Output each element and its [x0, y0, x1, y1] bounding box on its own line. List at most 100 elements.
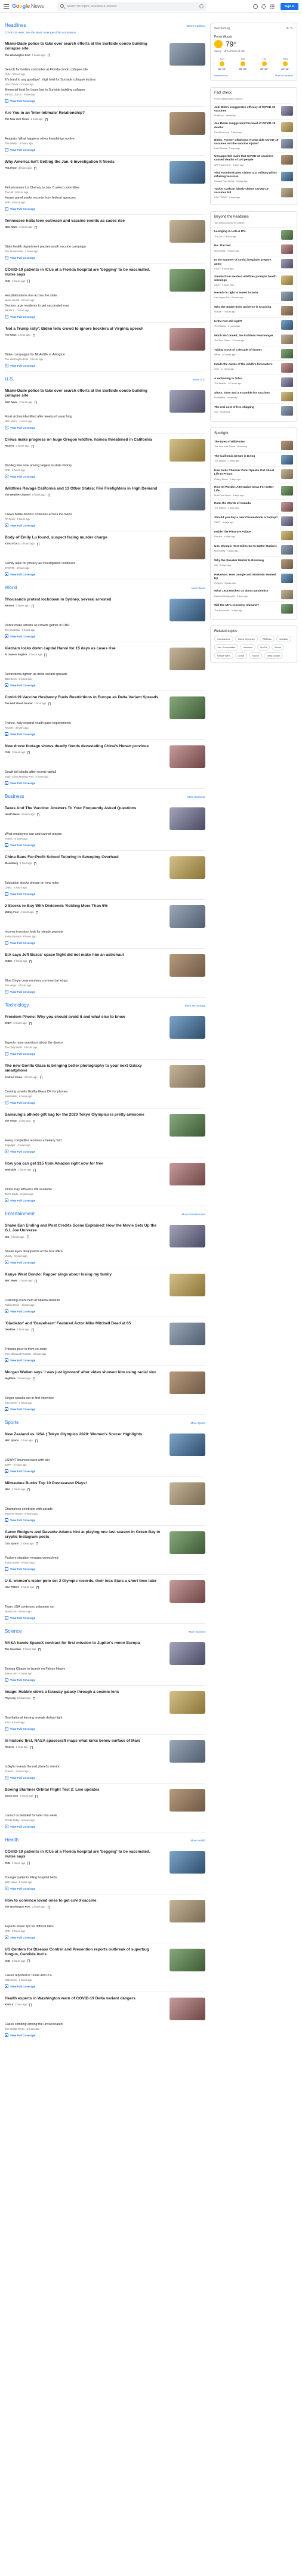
full-coverage-link[interactable]: View Full Coverage — [5, 990, 205, 993]
main-story[interactable]: How you can get $15 from Amazon right no… — [5, 1162, 205, 1185]
section-title[interactable]: Sports — [5, 1420, 19, 1425]
story-source[interactable]: Mashable — [5, 1168, 16, 1171]
story-source[interactable]: KING 5 — [5, 2003, 13, 2006]
bookmark-icon[interactable] — [36, 542, 39, 546]
more-weather-link[interactable]: More on weather — [275, 74, 293, 77]
fact_check-item-title[interactable]: Biden, Former Oklahoma Trump aide COVID-… — [214, 139, 279, 146]
main-story[interactable]: Samsung's athlete gift bag for the 2020 … — [5, 1113, 205, 1137]
bookmark-icon[interactable] — [35, 225, 38, 229]
spotlight-item-title[interactable]: How Hells Charmer Peter Speaks Out About… — [214, 469, 279, 476]
related-story-title[interactable]: Experts share tips for difficult talks — [5, 1925, 205, 1929]
fact_check-item[interactable]: Unsupported claim that COVID-19 vaccines… — [214, 152, 293, 168]
bookmark-icon[interactable] — [33, 166, 36, 170]
story-thumbnail[interactable] — [170, 1900, 205, 1922]
section-title[interactable]: Technology — [5, 1002, 29, 1008]
related-story-title[interactable]: Bootleg Fire now among largest in state … — [5, 464, 205, 468]
story-thumbnail[interactable] — [170, 905, 205, 928]
full-coverage-link[interactable]: View Full Coverage — [5, 1052, 205, 1055]
story-headline[interactable]: EIA says Jeff Bezos' space flight did no… — [5, 953, 161, 958]
forecast-day[interactable]: Tue 86° 64° — [257, 57, 272, 70]
bookmark-icon[interactable] — [36, 1542, 39, 1546]
full-coverage-link[interactable]: View Full Coverage — [5, 941, 205, 945]
beyond-item[interactable]: Is the Fed still right? The Atlantic · 8 … — [214, 317, 293, 332]
main-story[interactable]: Miami-Dade police to take over search ef… — [5, 389, 205, 413]
beyond-item[interactable]: Re: The Fed Bloomberg · 3 hours ago — [214, 242, 293, 256]
story-source[interactable]: The Washington Post — [5, 1905, 30, 1908]
section-title[interactable]: Health — [5, 1837, 19, 1843]
section-more-link[interactable]: More Entertainment — [181, 1213, 205, 1216]
bookmark-icon[interactable] — [33, 1119, 36, 1123]
full-coverage-link[interactable]: View Full Coverage — [5, 1261, 205, 1264]
story-headline[interactable]: Crews make progress on huge Oregon wildf… — [5, 438, 161, 442]
topic-chip[interactable]: Bucks — [272, 644, 285, 651]
beyond-item-title[interactable]: Why the Snake Eyes Universe is Cracking — [214, 306, 279, 309]
related-story-title[interactable]: Packers situation remains unresolved — [5, 1556, 205, 1561]
topic-chip[interactable]: Vaccines — [240, 644, 256, 651]
story-headline[interactable]: Covid-19 Vaccine Hesitancy Fuels Restric… — [5, 695, 161, 700]
spotlight-item-title[interactable]: Rise Of Wordle: Alternative Ideas For Be… — [214, 486, 279, 493]
beyond-item[interactable]: Taking stock of a decade of drones Wired … — [214, 346, 293, 360]
fact_check-item[interactable]: Viral Facebook post claims U.S. military… — [214, 168, 293, 185]
story-source[interactable]: Health News — [5, 813, 20, 816]
story-headline[interactable]: In historic first, NASA spacecraft maps … — [5, 1739, 161, 1744]
story-thumbnail[interactable] — [170, 954, 205, 977]
section-more-link[interactable]: More U.S. — [193, 378, 205, 381]
story-source[interactable]: NBC News — [5, 225, 17, 228]
main-story[interactable]: Health experts in Washington warn of COV… — [5, 1996, 205, 2020]
spotlight-item-thumbnail[interactable] — [281, 469, 293, 479]
main-story[interactable]: Taxes And The Vaccine: Answers To Your F… — [5, 806, 205, 830]
story-headline[interactable]: Miami-Dade police to take over search ef… — [5, 389, 161, 399]
story-headline[interactable]: Wildfires Ravage California and 13 Other… — [5, 487, 161, 491]
spotlight-item-thumbnail[interactable] — [281, 604, 293, 614]
topic-chip[interactable]: Tokyo Olympics — [235, 636, 258, 643]
main-story[interactable]: U.S. women's water polo set 2 Olympic re… — [5, 1579, 205, 1603]
full-coverage-link[interactable]: View Full Coverage — [5, 1984, 205, 1988]
story-source[interactable]: CNBC — [5, 959, 12, 962]
beyond-item-thumbnail[interactable] — [281, 320, 293, 330]
full-coverage-link[interactable]: View Full Coverage — [5, 1776, 205, 1779]
story-source[interactable]: CBS Sports — [5, 1542, 19, 1545]
spotlight-item-thumbnail[interactable] — [281, 485, 293, 496]
beyond-item-title[interactable]: Nevada is right to invest in solar — [214, 292, 279, 295]
spotlight-item[interactable]: The Eyes of Bill Porter The New York Time… — [214, 438, 293, 452]
bookmark-icon[interactable] — [35, 1439, 38, 1442]
spotlight-item-title[interactable]: Inside The Pleasure Palace — [214, 531, 279, 534]
story-headline[interactable]: Image: Hubble views a faraway galaxy thr… — [5, 1690, 161, 1695]
topic-chip[interactable]: Wildfires — [259, 636, 275, 643]
story-source[interactable]: Reuters — [5, 604, 14, 607]
related-story-title[interactable]: Experts raise questions about the device — [5, 1041, 205, 1045]
weather-units-toggle[interactable]: °F °C — [286, 27, 293, 30]
related-story-title[interactable]: Analysis: What happens when friendships … — [5, 137, 205, 141]
full-coverage-link[interactable]: View Full Coverage — [5, 892, 205, 896]
related-story-title[interactable]: Singer speaks out in first interview — [5, 1397, 205, 1401]
bookmark-icon[interactable] — [39, 1076, 42, 1079]
full-coverage-link[interactable]: View Full Coverage — [5, 364, 205, 367]
spotlight-item-title[interactable]: The California Dream is Dying — [214, 455, 279, 459]
beyond-item-thumbnail[interactable] — [281, 259, 293, 269]
main-story[interactable]: How to convince loved ones to get covid … — [5, 1899, 205, 1922]
bookmark-icon[interactable] — [34, 862, 37, 865]
search-input[interactable] — [67, 3, 192, 10]
story-source[interactable]: The Wall Street Journal — [5, 702, 32, 705]
main-story[interactable]: Shake Ean Ending and Post Credits Scene … — [5, 1224, 205, 1247]
bookmark-icon[interactable] — [29, 959, 32, 963]
related-story-title[interactable]: Restrictions tighten as delta variant sp… — [5, 673, 205, 677]
story-thumbnail[interactable] — [170, 1433, 205, 1456]
fact_check-item-title[interactable]: Joe Biden exaggerated the level of COVID… — [214, 122, 279, 129]
related-story-title[interactable]: Police make arrests as crowds gather in … — [5, 624, 205, 628]
bookmark-icon[interactable] — [47, 54, 50, 57]
related-story-title[interactable]: Search for bodies concludes at Florida c… — [5, 68, 205, 72]
topic-chip[interactable]: China — [235, 652, 247, 660]
full-coverage-link[interactable]: View Full Coverage — [5, 315, 205, 318]
main-story[interactable]: Are You in an 'Inter-Intimate' Relations… — [5, 111, 205, 135]
spotlight-item-title[interactable]: Pokemon: How Google and Nintendo Teamed … — [214, 574, 279, 581]
bookmark-icon[interactable] — [30, 1745, 33, 1749]
bookmark-icon[interactable] — [31, 1328, 34, 1332]
spotlight-item-thumbnail[interactable] — [281, 455, 293, 465]
topic-chip[interactable]: Delta variant — [263, 652, 283, 660]
story-thumbnail[interactable] — [170, 488, 205, 510]
section-title[interactable]: Science — [5, 1628, 21, 1634]
story-headline[interactable]: 2 Stocks to Buy With Dividends Yielding … — [5, 904, 161, 909]
story-headline[interactable]: COVID-19 patients in ICUs at a Florida h… — [5, 1850, 161, 1860]
bookmark-icon[interactable] — [27, 280, 30, 283]
